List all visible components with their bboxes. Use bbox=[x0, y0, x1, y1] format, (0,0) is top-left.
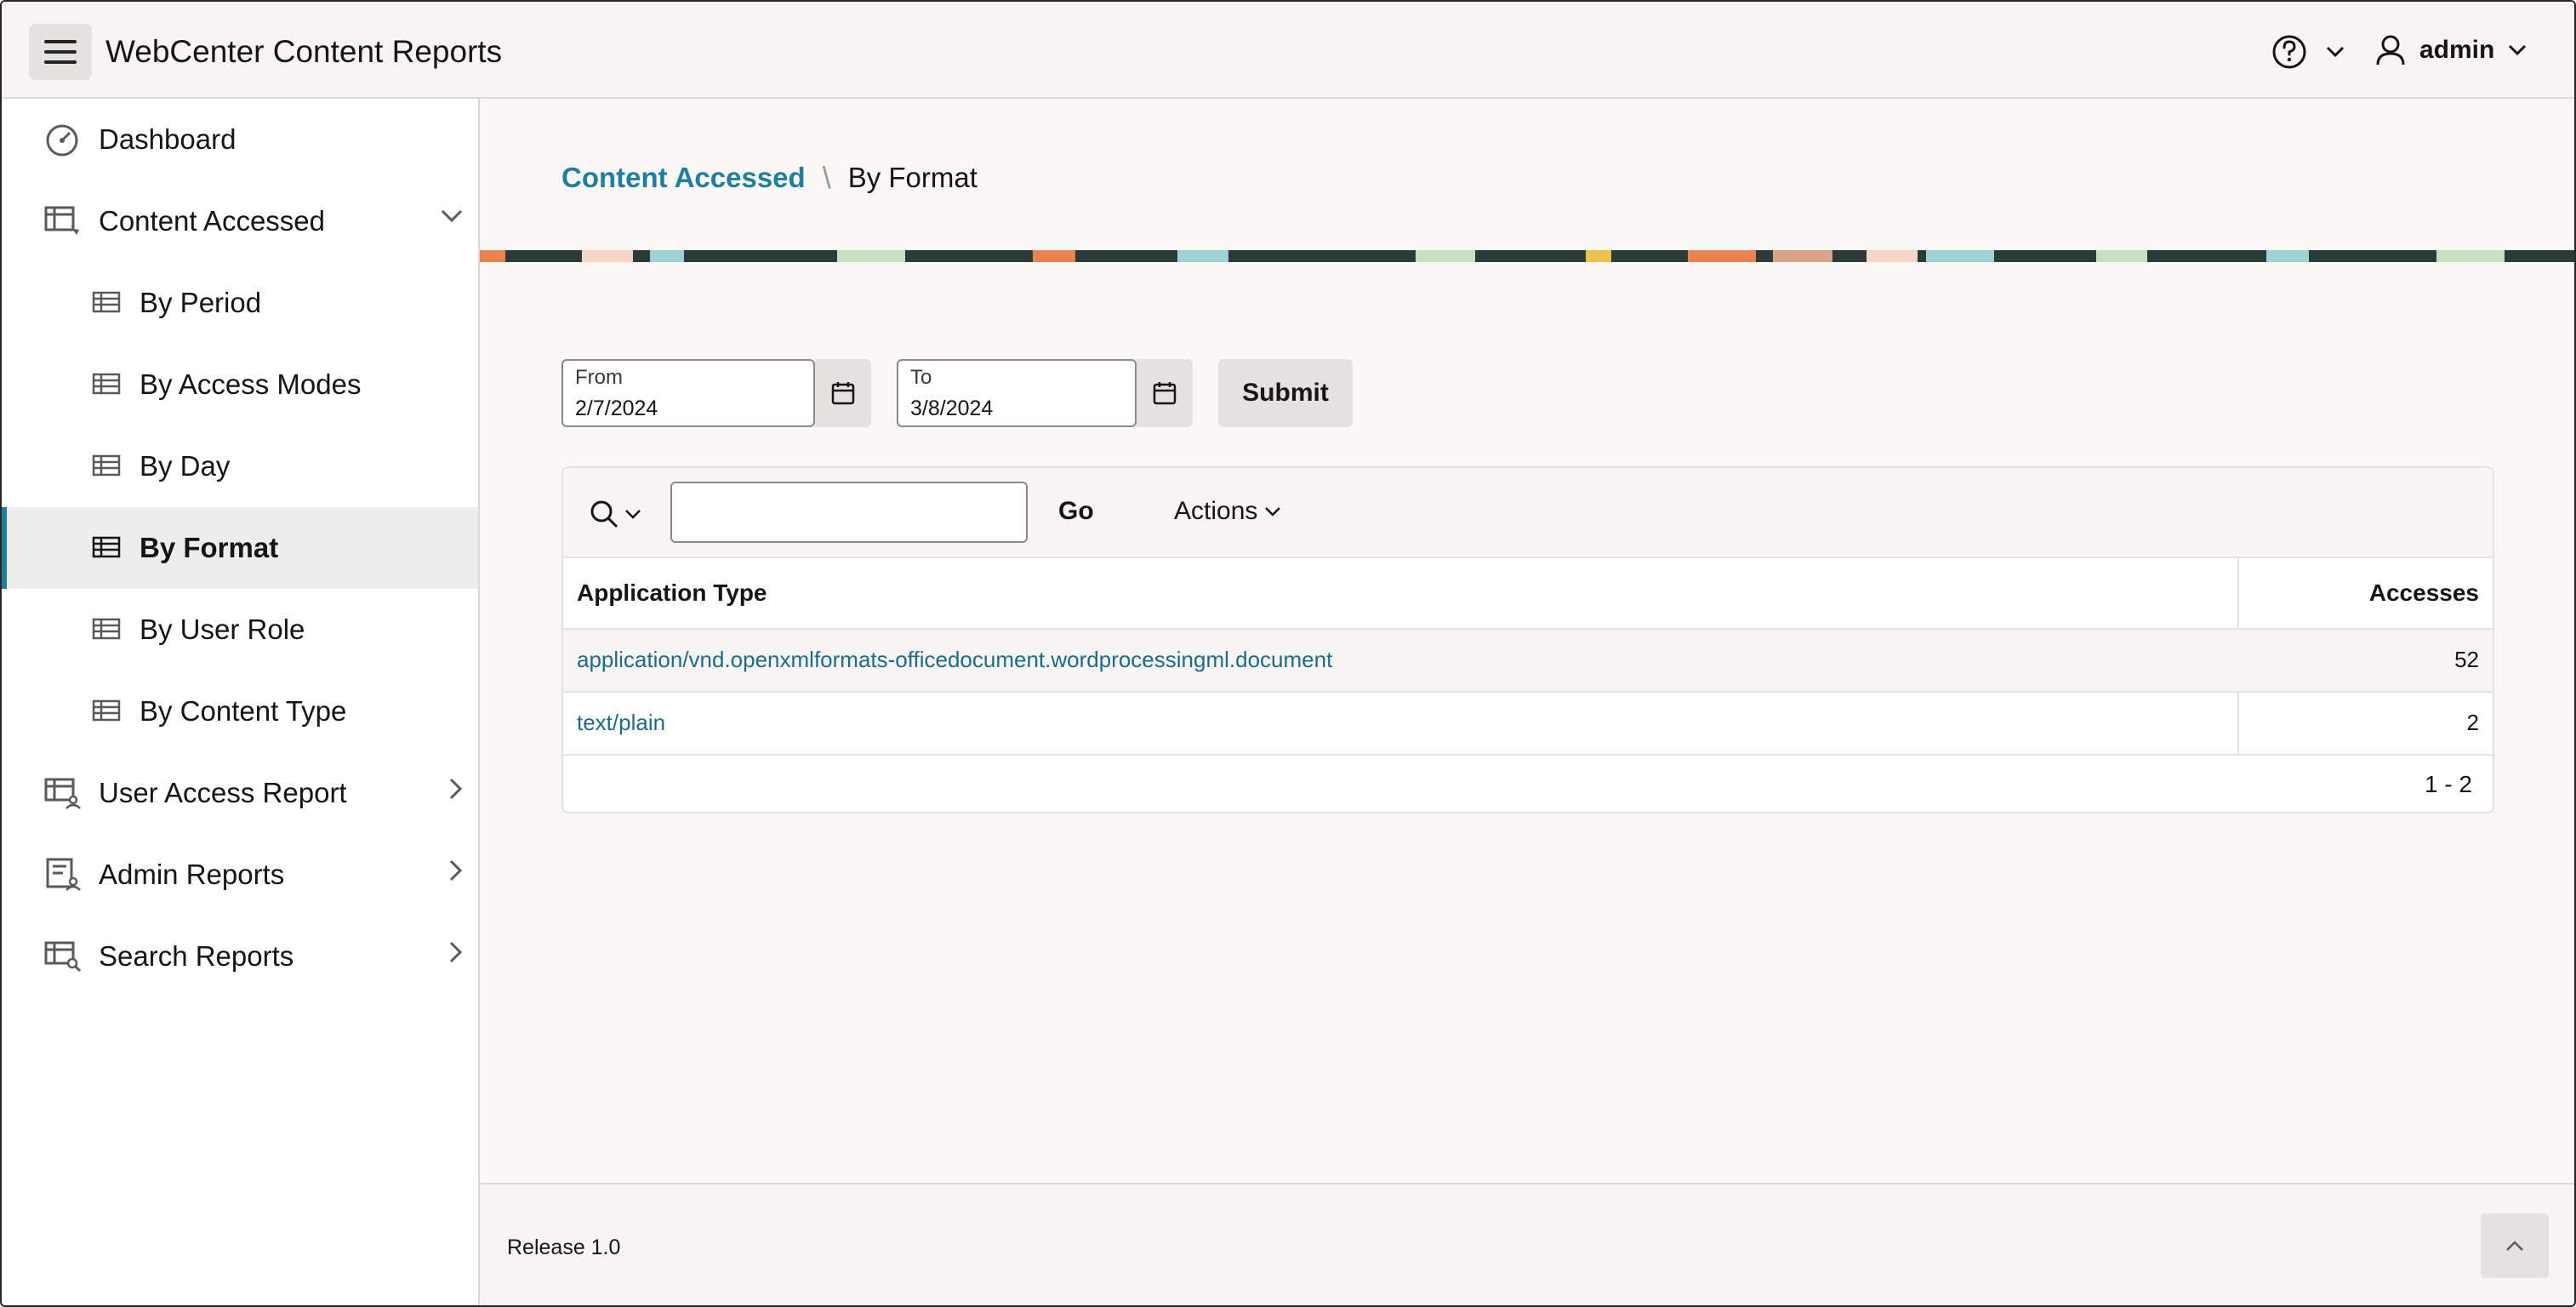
breadcrumb-link-content-accessed[interactable]: Content Accessed bbox=[561, 162, 806, 194]
accesses-value: 2 bbox=[2466, 710, 2479, 735]
chevron-down-icon bbox=[441, 209, 463, 223]
sidebar-item-label: User Access Report bbox=[99, 777, 347, 808]
sidebar-item-label: Admin Reports bbox=[99, 859, 285, 890]
sidebar-item-content-accessed[interactable]: Content Accessed bbox=[2, 180, 478, 262]
search-report-icon bbox=[44, 941, 82, 973]
user-name: admin bbox=[2419, 36, 2495, 64]
chevron-down-icon bbox=[2326, 46, 2345, 58]
sidebar-item-label: Dashboard bbox=[99, 123, 237, 155]
sidebar-item-label: By Access Modes bbox=[140, 368, 362, 400]
interactive-report: Go Actions Application Type Accesses app… bbox=[561, 466, 2494, 813]
user-icon bbox=[2376, 35, 2405, 66]
from-date-field[interactable]: From bbox=[561, 359, 815, 427]
menu-line-icon bbox=[44, 50, 77, 54]
scroll-to-top-button[interactable] bbox=[2481, 1213, 2549, 1278]
breadcrumb-separator: \ bbox=[822, 160, 831, 195]
top-bar: WebCenter Content Reports admin bbox=[2, 2, 2574, 99]
menu-line-icon bbox=[44, 60, 77, 64]
application-type-link[interactable]: application/vnd.openxmlformats-officedoc… bbox=[577, 647, 1332, 673]
sidebar-item-by-access-modes[interactable]: By Access Modes bbox=[2, 344, 478, 425]
user-report-icon bbox=[44, 778, 81, 809]
chevron-up-icon bbox=[2506, 1241, 2523, 1251]
help-menu-button[interactable] bbox=[2271, 34, 2345, 70]
from-date-input[interactable] bbox=[575, 397, 796, 421]
table-icon bbox=[92, 618, 121, 640]
report-toolbar: Go Actions bbox=[563, 468, 2493, 558]
table-icon bbox=[92, 536, 121, 558]
to-date-field[interactable]: To bbox=[897, 359, 1137, 427]
help-icon bbox=[2272, 35, 2306, 69]
to-calendar-button[interactable] bbox=[1137, 359, 1193, 427]
report-icon bbox=[44, 206, 79, 235]
pagination-label: 1 - 2 bbox=[2424, 771, 2472, 797]
actions-label: Actions bbox=[1174, 497, 1258, 525]
page-footer: Release 1.0 bbox=[480, 1183, 2574, 1305]
table-icon bbox=[92, 291, 121, 313]
user-menu-button[interactable]: admin bbox=[2375, 34, 2527, 66]
sidebar-item-by-period[interactable]: By Period bbox=[2, 262, 478, 344]
chevron-down-icon bbox=[1265, 507, 1281, 517]
chevron-down-icon bbox=[2509, 44, 2527, 56]
release-label: Release 1.0 bbox=[507, 1236, 621, 1259]
from-label: From bbox=[575, 366, 623, 389]
sidebar-item-by-format[interactable]: By Format bbox=[2, 507, 478, 589]
calendar-icon bbox=[1153, 382, 1177, 405]
submit-button[interactable]: Submit bbox=[1218, 359, 1353, 427]
chevron-right-icon bbox=[449, 859, 463, 882]
sidebar-nav: Dashboard Content Accessed By Period By … bbox=[2, 99, 480, 1305]
sidebar-item-user-access-report[interactable]: User Access Report bbox=[2, 752, 478, 834]
breadcrumb-current: By Format bbox=[847, 162, 977, 193]
column-header-application-type[interactable]: Application Type bbox=[577, 558, 767, 628]
application-type-link[interactable]: text/plain bbox=[577, 710, 665, 736]
table-icon bbox=[92, 699, 121, 722]
table-row: text/plain 2 bbox=[563, 691, 2493, 754]
app-window: WebCenter Content Reports admin Dashboar… bbox=[0, 0, 2576, 1307]
calendar-icon bbox=[831, 382, 855, 405]
admin-report-icon bbox=[46, 858, 81, 891]
search-column-selector[interactable] bbox=[589, 499, 641, 529]
chevron-right-icon bbox=[449, 941, 463, 963]
menu-line-icon bbox=[44, 40, 77, 43]
dashboard-icon bbox=[46, 124, 78, 157]
accesses-value: 52 bbox=[2454, 647, 2479, 672]
sidebar-item-label: By User Role bbox=[140, 614, 305, 645]
app-title: WebCenter Content Reports bbox=[105, 34, 503, 69]
actions-menu-button[interactable]: Actions bbox=[1174, 497, 1281, 526]
from-calendar-button[interactable] bbox=[815, 359, 871, 427]
table-row: application/vnd.openxmlformats-officedoc… bbox=[563, 628, 2493, 691]
decorative-banner bbox=[480, 250, 2574, 262]
sidebar-item-dashboard[interactable]: Dashboard bbox=[2, 99, 478, 180]
sidebar-item-label: Content Accessed bbox=[99, 205, 325, 237]
sidebar-item-admin-reports[interactable]: Admin Reports bbox=[2, 834, 478, 916]
report-search-input[interactable] bbox=[670, 482, 1028, 543]
breadcrumb: Content Accessed \ By Format bbox=[561, 160, 977, 196]
go-button[interactable]: Go bbox=[1058, 497, 1094, 526]
sidebar-item-label: By Day bbox=[140, 450, 231, 482]
sidebar-item-label: By Period bbox=[140, 287, 262, 318]
sidebar-item-label: Search Reports bbox=[99, 940, 294, 972]
sidebar-item-label: By Content Type bbox=[140, 695, 347, 727]
column-header-accesses[interactable]: Accesses bbox=[2369, 558, 2479, 628]
sidebar-item-label: By Format bbox=[140, 532, 279, 563]
hamburger-menu-button[interactable] bbox=[29, 24, 92, 80]
chevron-down-icon bbox=[625, 510, 641, 519]
table-icon bbox=[92, 373, 121, 395]
main-content: Content Accessed \ By Format From 2/7/20… bbox=[480, 99, 2574, 1183]
sidebar-item-by-day[interactable]: By Day bbox=[2, 425, 478, 507]
sidebar-item-by-content-type[interactable]: By Content Type bbox=[2, 671, 478, 752]
table-icon bbox=[92, 454, 121, 477]
to-date-input[interactable] bbox=[910, 397, 1131, 421]
search-icon bbox=[590, 500, 618, 528]
to-label: To bbox=[910, 366, 932, 389]
chevron-right-icon bbox=[449, 778, 463, 800]
pagination-row bbox=[563, 754, 2493, 812]
sidebar-item-by-user-role[interactable]: By User Role bbox=[2, 589, 478, 671]
sidebar-item-search-reports[interactable]: Search Reports bbox=[2, 916, 478, 997]
